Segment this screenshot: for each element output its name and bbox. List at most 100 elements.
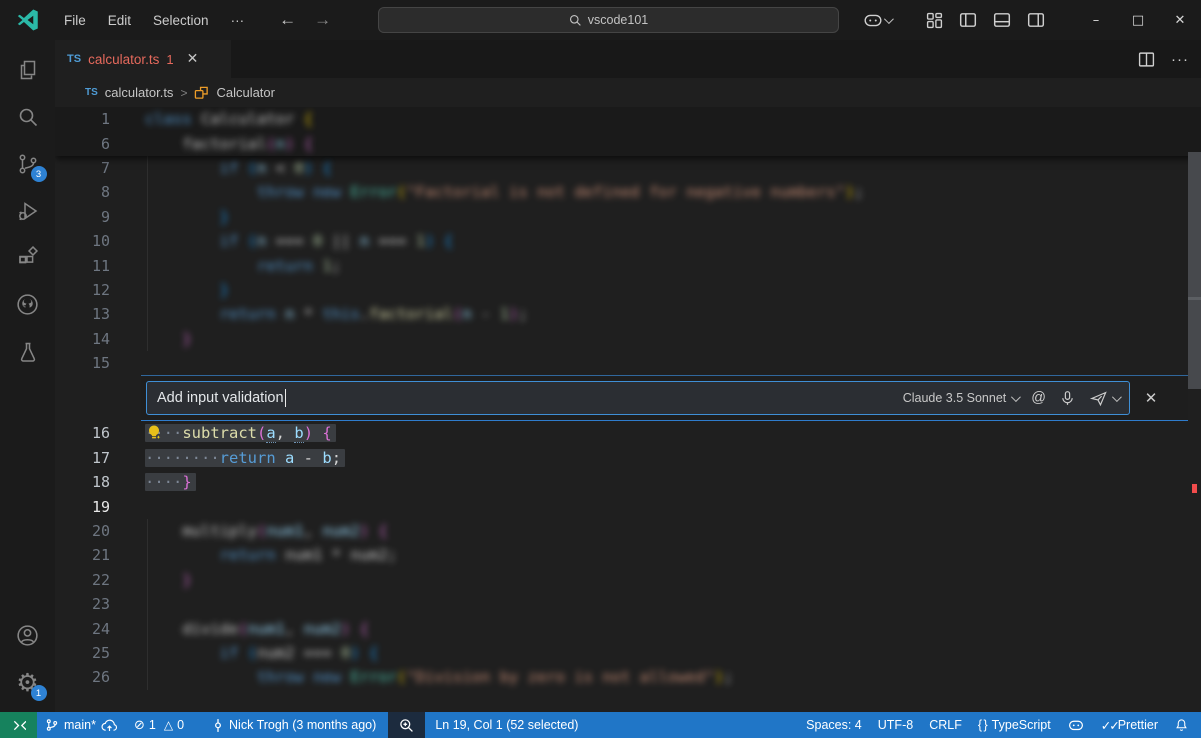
indentation-status[interactable]: Spaces: 4 [798, 712, 870, 738]
window-close-button[interactable]: ✕ [1159, 0, 1201, 40]
code-line-8[interactable]: 8 throw new Error("Factorial is not defi… [55, 180, 1201, 204]
code-token: } [220, 281, 229, 299]
cursor-position-status[interactable]: Ln 19, Col 1 (52 selected) [427, 712, 586, 738]
code-token: this [322, 305, 359, 323]
code-line-25[interactable]: 25 if (num2 === 0) { [55, 641, 1201, 665]
code-token: , [304, 522, 323, 540]
toggle-panel-icon[interactable] [987, 6, 1017, 34]
copilot-lightbulb-icon[interactable] [145, 424, 163, 442]
code-line-9[interactable]: 9 } [55, 205, 1201, 229]
tab-close-icon[interactable]: ✕ [187, 51, 199, 67]
inline-chat-close-icon[interactable]: ✕ [1136, 389, 1166, 407]
code-line-6[interactable]: 6 factorial(n) { [55, 131, 1201, 155]
code-editor[interactable]: 1class Calculator {6 factorial(n) { 7 if… [55, 107, 1201, 712]
code-token: n [285, 305, 294, 323]
code-line-20[interactable]: 20 multiply(num1, num2) { [55, 519, 1201, 543]
explorer-icon[interactable] [4, 46, 52, 93]
menu-selection[interactable]: Selection [144, 9, 218, 32]
code-line-16[interactable]: 16····subtract(a, b) { [55, 421, 1201, 445]
code-line-26[interactable]: 26 throw new Error("Division by zero is … [55, 665, 1201, 689]
copilot-status[interactable] [1059, 712, 1093, 738]
toggle-sidebar-icon[interactable] [953, 6, 983, 34]
chevron-down-icon[interactable] [1112, 392, 1122, 402]
code-token: === [369, 232, 416, 250]
menu-edit[interactable]: Edit [99, 9, 140, 32]
accounts-icon[interactable] [4, 612, 52, 659]
attach-context-icon[interactable]: @ [1031, 390, 1046, 406]
code-line-11[interactable]: 11 return 1; [55, 253, 1201, 277]
customize-layout-icon[interactable] [919, 6, 949, 34]
editor-more-actions-icon[interactable]: ··· [1171, 51, 1189, 68]
nav-back-icon[interactable]: ← [279, 10, 296, 30]
search-sidebar-icon[interactable] [4, 93, 52, 140]
code-line-7[interactable]: 7 if (n < 0) { [55, 156, 1201, 180]
language-status[interactable]: { } TypeScript [970, 712, 1059, 738]
extensions-icon[interactable] [4, 234, 52, 281]
code-line-18[interactable]: 18····} [55, 470, 1201, 494]
run-debug-icon[interactable] [4, 187, 52, 234]
line-number: 19 [55, 498, 110, 516]
code-line-15[interactable]: 15 [55, 351, 1201, 375]
microphone-icon[interactable] [1059, 390, 1076, 407]
code-token: b [322, 449, 331, 467]
github-icon[interactable] [4, 281, 52, 328]
vertical-scrollbar[interactable] [1188, 152, 1201, 389]
git-branch-status[interactable]: main* [37, 712, 126, 738]
tab-calculator-ts[interactable]: TS calculator.ts 1 ✕ [55, 40, 231, 78]
code-line-24[interactable]: 24 divide(num1, num2) { [55, 616, 1201, 640]
breadcrumb-file[interactable]: calculator.ts [105, 85, 174, 100]
split-editor-icon[interactable] [1138, 51, 1155, 68]
inline-chat-input[interactable]: Add input validation Claude 3.5 Sonnet @ [146, 381, 1130, 415]
code-line-17[interactable]: 17········return a - b; [55, 446, 1201, 470]
window-minimize-button[interactable]: – [1075, 0, 1117, 40]
formatter-status[interactable]: ✓✓ Prettier [1093, 712, 1166, 738]
chevron-down-icon [884, 14, 894, 24]
code-line-21[interactable]: 21 return num1 * num2; [55, 543, 1201, 567]
code-line-23[interactable]: 23 [55, 592, 1201, 616]
window-maximize-button[interactable]: □ [1117, 0, 1159, 40]
code-line-10[interactable]: 10 if (n === 0 || n === 1) { [55, 229, 1201, 253]
source-control-icon[interactable]: 3 [4, 140, 52, 187]
whitespace [145, 305, 220, 323]
toggle-secondary-sidebar-icon[interactable] [1021, 6, 1051, 34]
code-line-19[interactable]: 19 [55, 494, 1201, 518]
notifications-status[interactable] [1166, 712, 1201, 738]
git-blame-status[interactable]: Nick Trogh (3 months ago) [204, 712, 384, 738]
copilot-icon [1067, 716, 1085, 734]
settings-gear-icon[interactable]: ⚙ 1 [4, 659, 52, 706]
code-token: "Factorial is not defined for negative n… [406, 183, 845, 201]
command-center-search[interactable]: vscode101 [378, 7, 839, 33]
code-line-1[interactable]: 1class Calculator { [55, 107, 1201, 131]
milestone-pin-icon [212, 718, 224, 733]
menu-file[interactable]: File [55, 9, 95, 32]
eol-status[interactable]: CRLF [921, 712, 970, 738]
code-line-22[interactable]: 22 } [55, 568, 1201, 592]
encoding-status[interactable]: UTF-8 [870, 712, 921, 738]
nav-forward-icon[interactable]: → [314, 10, 331, 30]
code-token: 1 [416, 232, 425, 250]
copilot-menu[interactable] [862, 9, 891, 31]
zoom-status[interactable] [388, 712, 425, 738]
testing-icon[interactable] [4, 328, 52, 375]
line-number: 16 [55, 424, 110, 442]
code-token: 0 [294, 159, 303, 177]
code-token: ; [332, 257, 341, 275]
line-number: 20 [55, 522, 110, 540]
sticky-scroll: 1class Calculator {6 factorial(n) { [55, 107, 1201, 156]
code-line-14[interactable]: 14 } [55, 327, 1201, 351]
inline-chat-widget: Add input validation Claude 3.5 Sonnet @ [55, 375, 1201, 421]
code-token: if [220, 159, 239, 177]
code-line-13[interactable]: 13 return n * this.factorial(n - 1); [55, 302, 1201, 326]
send-icon[interactable] [1089, 389, 1108, 408]
status-bar: main* ⊘ 1 △ 0 Nick Trogh (3 months ago) … [0, 712, 1201, 738]
whitespace [145, 571, 182, 589]
code-token: . [360, 305, 369, 323]
breadcrumb-symbol[interactable]: Calculator [216, 85, 275, 100]
remote-indicator[interactable] [0, 712, 37, 738]
code-line-12[interactable]: 12 } [55, 278, 1201, 302]
problems-status[interactable]: ⊘ 1 △ 0 [126, 712, 192, 738]
line-number: 13 [55, 305, 110, 323]
menu-more[interactable]: ··· [222, 9, 254, 32]
model-picker[interactable]: Claude 3.5 Sonnet [903, 391, 1019, 405]
code-token: n [257, 232, 266, 250]
